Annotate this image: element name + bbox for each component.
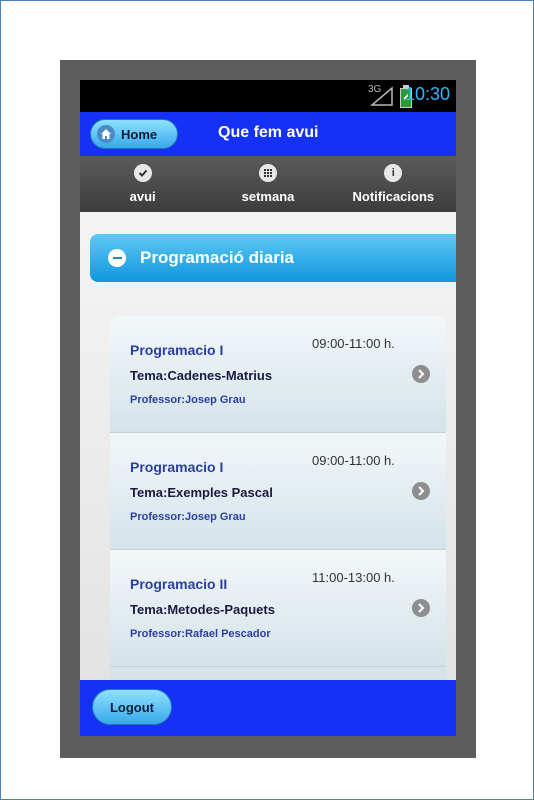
tab-label: avui <box>129 189 156 204</box>
section-title: Programació diaria <box>140 248 295 267</box>
list-item[interactable]: Programacio I 09:00-11:00 h. Tema:Cadene… <box>110 316 446 433</box>
tab-label: Notificacions <box>352 189 435 204</box>
session-title: Programacio I <box>130 459 224 475</box>
info-icon: i <box>384 164 403 182</box>
session-topic: Tema:Cadenes-Matrius <box>130 368 273 383</box>
chevron-right-icon <box>412 482 430 500</box>
list-item[interactable]: Programacio I 09:00-11:00 h. Tema:Exempl… <box>110 433 446 550</box>
check-icon <box>133 164 152 182</box>
session-time: 09:00-11:00 h. <box>312 336 395 351</box>
phone-screen: 3G 10:30 Home Que fem avui avui setmana … <box>80 80 456 736</box>
session-topic: Tema:Exemples Pascal <box>130 485 273 500</box>
status-bar: 3G 10:30 <box>80 80 456 112</box>
session-title: Programacio I <box>130 342 224 358</box>
chevron-right-icon <box>412 599 430 617</box>
home-button-label: Home <box>121 126 158 142</box>
session-title: Programacio II <box>130 576 228 592</box>
session-professor: Professor:Rafael Pescador <box>130 628 271 640</box>
tab-setmana[interactable]: setmana <box>205 156 330 212</box>
session-list: Programacio I 09:00-11:00 h. Tema:Cadene… <box>110 316 446 680</box>
grid-icon <box>258 164 277 182</box>
session-professor: Professor:Josep Grau <box>130 511 246 523</box>
tab-avui[interactable]: avui <box>80 156 205 212</box>
collapsible-section-header[interactable]: Programació diaria <box>90 234 456 282</box>
home-icon <box>97 125 115 143</box>
status-clock: 10:30 <box>404 84 450 104</box>
tab-label: setmana <box>241 189 295 204</box>
chevron-right-icon <box>412 365 430 383</box>
main-content: Programació diaria Programacio I 09:00-1… <box>80 212 456 680</box>
collapse-icon <box>108 249 126 267</box>
session-time: 11:00-13:00 h. <box>312 570 395 585</box>
page-title: Que fem avui <box>218 124 319 141</box>
logout-button[interactable]: Logout <box>92 689 172 725</box>
signal-icon <box>370 86 393 106</box>
tab-notificacions[interactable]: i Notificacions <box>331 156 456 212</box>
tab-bar: avui setmana i Notificacions <box>80 156 456 212</box>
session-professor: Professor:Josep Grau <box>130 394 246 406</box>
session-time: 09:00-11:00 h. <box>312 453 395 468</box>
list-item[interactable]: Programacio II 11:00-13:00 h. Tema:Metod… <box>110 550 446 667</box>
phone-device: 3G 10:30 Home Que fem avui avui setmana … <box>60 60 476 758</box>
app-header: Home Que fem avui <box>80 112 456 156</box>
home-button[interactable]: Home <box>90 119 178 149</box>
session-topic: Tema:Metodes-Paquets <box>130 602 275 617</box>
app-footer: Logout <box>80 680 456 736</box>
